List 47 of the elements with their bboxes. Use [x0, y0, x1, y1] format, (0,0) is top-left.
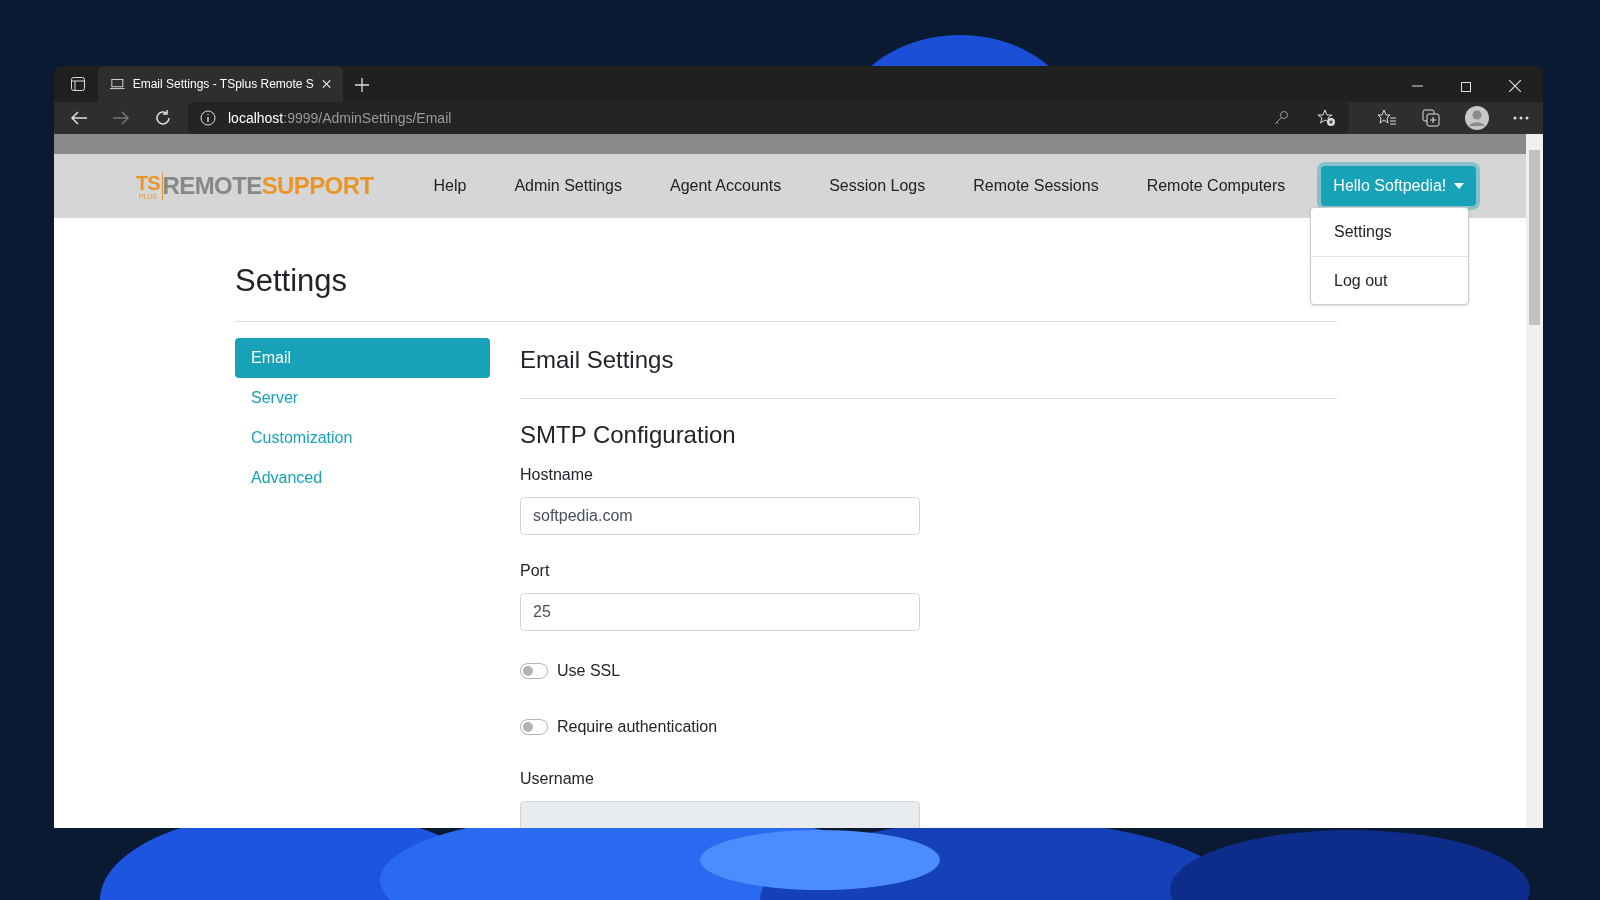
logo-text: TS: [136, 172, 160, 193]
menu-item[interactable]: Log out: [1311, 256, 1468, 304]
toggle-label: Require authentication: [557, 716, 718, 737]
url-path: :9999/AdminSettings/Email: [283, 109, 452, 126]
laptop-icon: [110, 78, 125, 90]
input-field[interactable]: 25: [520, 592, 920, 631]
collections-icon[interactable]: [1421, 108, 1441, 128]
toggle-switch[interactable]: [520, 662, 548, 679]
toggle-switch[interactable]: [520, 718, 548, 735]
field-label: Hostname: [520, 464, 594, 485]
url-host: localhost: [228, 109, 284, 126]
info-icon: [200, 110, 216, 126]
close-icon[interactable]: [321, 79, 331, 89]
section-heading: Email Settings: [520, 344, 675, 375]
menu-item[interactable]: Settings: [1311, 208, 1468, 256]
caret-icon: [1454, 183, 1465, 189]
close-icon[interactable]: [1509, 80, 1521, 92]
profile-icon[interactable]: [1465, 106, 1489, 130]
nav-link[interactable]: Remote Computers: [1122, 174, 1310, 198]
logo-text: SUPPORT: [261, 171, 374, 201]
browser-tab[interactable]: Email Settings - TSplus Remote S: [98, 66, 343, 102]
key-icon[interactable]: [1273, 110, 1289, 126]
nav-link[interactable]: Help: [409, 174, 491, 198]
favorites-icon[interactable]: [1377, 109, 1397, 127]
field-label: Username: [520, 768, 595, 789]
maximize-icon[interactable]: [1461, 82, 1471, 92]
scrollbar[interactable]: [1526, 134, 1543, 828]
forward-icon[interactable]: [112, 110, 130, 126]
add-favorite-icon[interactable]: [1317, 109, 1337, 127]
nav-link[interactable]: Admin Settings: [490, 174, 646, 198]
toggle-label: Use SSL: [557, 660, 621, 681]
input-field[interactable]: softpedia.com: [520, 496, 920, 535]
more-icon[interactable]: [1513, 116, 1529, 120]
new-tab-icon[interactable]: [355, 78, 369, 92]
logo-text: REMOTE: [162, 171, 262, 201]
nav-link[interactable]: Session Logs: [805, 174, 950, 198]
sidebar-icon[interactable]: [70, 76, 86, 92]
section-heading: SMTP Configuration: [520, 419, 737, 450]
nav-link[interactable]: Remote Sessions: [949, 174, 1123, 198]
address-bar[interactable]: localhost:9999/AdminSettings/Email: [188, 102, 1349, 134]
field-label: Port: [520, 560, 551, 581]
refresh-icon[interactable]: [154, 109, 172, 127]
back-icon[interactable]: [70, 110, 88, 126]
nav-link[interactable]: Agent Accounts: [646, 174, 806, 198]
tab-title: Email Settings - TSplus Remote S: [132, 76, 314, 93]
page-title: Settings: [235, 262, 348, 300]
scrollbar-thumb[interactable]: [1529, 150, 1540, 325]
